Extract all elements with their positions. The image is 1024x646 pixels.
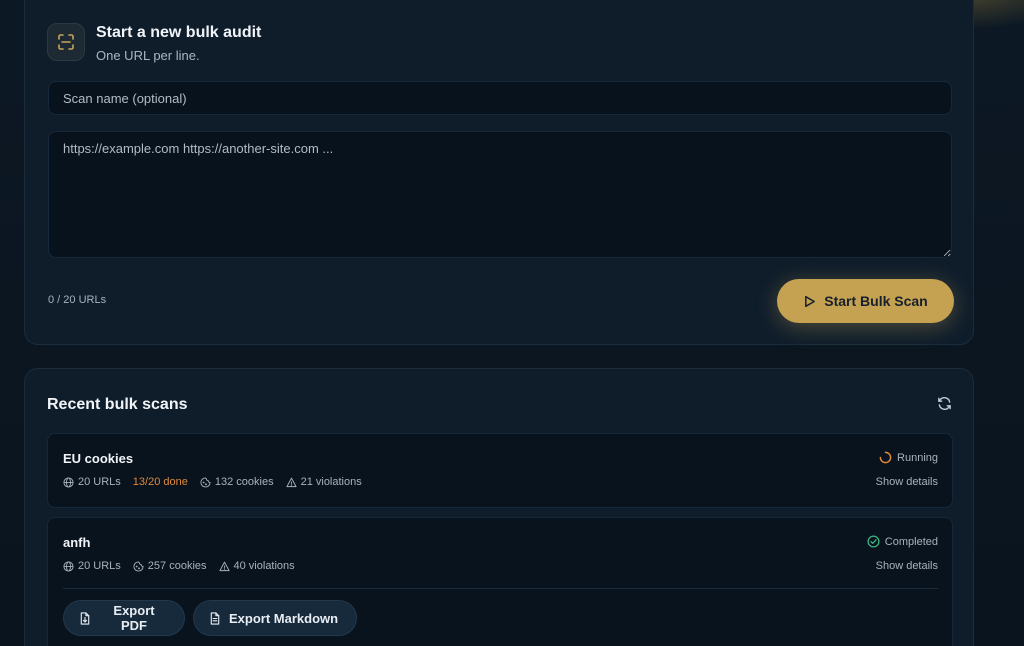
scan-icon bbox=[47, 23, 85, 61]
globe-icon bbox=[63, 560, 74, 572]
show-details-link[interactable]: Show details bbox=[876, 560, 938, 572]
scan-name-input[interactable] bbox=[48, 81, 952, 115]
page-subtitle: One URL per line. bbox=[96, 48, 200, 63]
status-label: Running bbox=[897, 451, 938, 464]
warning-icon bbox=[218, 561, 230, 572]
file-text-icon bbox=[209, 611, 221, 625]
status-badge: Running bbox=[879, 451, 938, 464]
recent-scans-card: Recent bulk scans EU cookies 20 URLs 13/… bbox=[24, 368, 974, 646]
refresh-icon[interactable] bbox=[937, 396, 953, 412]
recent-scans-title: Recent bulk scans bbox=[47, 396, 188, 413]
scan-name: anfh bbox=[63, 535, 91, 550]
status-label: Completed bbox=[884, 535, 938, 548]
start-bulk-scan-label: Start Bulk Scan bbox=[824, 293, 928, 309]
divider bbox=[63, 588, 938, 589]
export-markdown-label: Export Markdown bbox=[229, 610, 339, 626]
violation-count-label: 21 violations bbox=[300, 476, 362, 488]
progress-label: 13/20 done bbox=[132, 476, 188, 488]
export-pdf-button[interactable]: Export PDF bbox=[63, 600, 185, 636]
url-count-label: 20 URLs bbox=[78, 476, 121, 488]
check-circle-icon bbox=[867, 535, 880, 548]
show-details-link[interactable]: Show details bbox=[876, 476, 938, 488]
scan-meta: 20 URLs 13/20 done 132 cookies 21 violat… bbox=[63, 476, 362, 488]
scan-row[interactable]: anfh 20 URLs 257 cookies 40 violations C… bbox=[47, 517, 953, 646]
page-title: Start a new bulk audit bbox=[96, 24, 262, 41]
globe-icon bbox=[63, 476, 74, 488]
play-icon bbox=[803, 295, 816, 308]
url-count-label: 20 URLs bbox=[78, 560, 121, 572]
export-pdf-label: Export PDF bbox=[113, 603, 155, 633]
urls-textarea[interactable] bbox=[48, 131, 952, 258]
export-markdown-button[interactable]: Export Markdown bbox=[193, 600, 357, 636]
violation-count-label: 40 violations bbox=[233, 560, 295, 572]
new-bulk-audit-card: Start a new bulk audit One URL per line.… bbox=[24, 0, 974, 345]
start-bulk-scan-button[interactable]: Start Bulk Scan bbox=[777, 279, 954, 323]
cookie-count-label: 257 cookies bbox=[147, 560, 207, 572]
cookie-icon bbox=[133, 560, 144, 572]
scan-meta: 20 URLs 257 cookies 40 violations bbox=[63, 560, 295, 572]
url-count: 0 / 20 URLs bbox=[48, 294, 107, 306]
cookie-count-label: 132 cookies bbox=[214, 476, 274, 488]
scan-name: EU cookies bbox=[63, 451, 134, 466]
cookie-icon bbox=[200, 476, 211, 488]
warning-icon bbox=[286, 477, 297, 488]
file-download-icon bbox=[79, 611, 91, 625]
scan-row[interactable]: EU cookies 20 URLs 13/20 done 132 cookie… bbox=[47, 433, 953, 508]
status-badge: Completed bbox=[867, 535, 938, 548]
spinner-icon bbox=[879, 451, 892, 464]
